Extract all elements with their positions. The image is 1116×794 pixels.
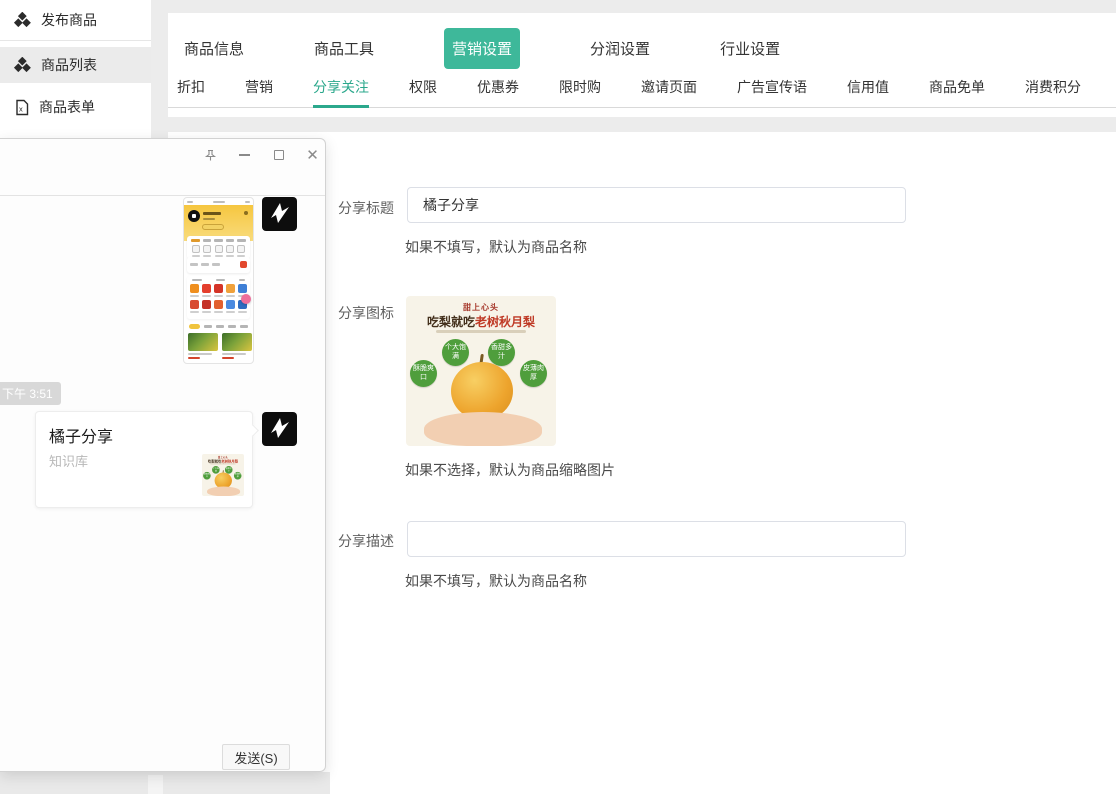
phone-floating-button xyxy=(241,294,251,304)
share-card-thumbnail: 甜上心头 吃梨就吃老树秋月梨 个大饱满 香甜多汁 酥脆爽口 皮薄肉厚 xyxy=(202,454,244,496)
ad-badge: 酥脆爽口 xyxy=(410,360,437,387)
ad-badge: 皮薄肉厚 xyxy=(520,360,547,387)
subtab-share-follow[interactable]: 分享关注 xyxy=(313,69,369,108)
subtab-free-order[interactable]: 商品免单 xyxy=(929,69,985,108)
minimize-icon[interactable] xyxy=(238,149,251,162)
hand-image xyxy=(424,412,542,446)
cubes-icon xyxy=(14,12,32,28)
sidebar-item-label: 发布商品 xyxy=(41,10,97,30)
tab-marketing-settings[interactable]: 营销设置 xyxy=(444,28,520,69)
close-icon[interactable]: ✕ xyxy=(306,149,319,162)
send-button[interactable]: 发送(S) xyxy=(222,744,290,770)
file-x-icon: x xyxy=(14,99,30,116)
phone-nav-arrows: ‹› xyxy=(184,361,253,364)
share-title-label: 分享标题 xyxy=(338,198,394,218)
ad-top-badge: 甜上心头 xyxy=(406,302,556,313)
subtab-invite-page[interactable]: 邀请页面 xyxy=(641,69,697,108)
sidebar-item-product-list[interactable]: 商品列表 xyxy=(0,47,151,83)
avatar[interactable] xyxy=(262,197,297,231)
phone-menu-card xyxy=(187,236,250,259)
sidebar-divider xyxy=(0,40,151,41)
share-desc-hint: 如果不填写，默认为商品名称 xyxy=(405,571,587,591)
subtab-credit[interactable]: 信用值 xyxy=(847,69,889,108)
share-card-subtitle: 知识库 xyxy=(49,451,88,470)
primary-tabs: 商品信息 商品工具 营销设置 分润设置 行业设置 xyxy=(168,27,1116,69)
subtab-points[interactable]: 消费积分 xyxy=(1025,69,1081,108)
subtab-discount[interactable]: 折扣 xyxy=(177,69,205,108)
tab-product-tools[interactable]: 商品工具 xyxy=(314,38,374,59)
phone-section-tabs xyxy=(184,322,253,331)
subtab-flash-sale[interactable]: 限时购 xyxy=(559,69,601,108)
share-desc-input[interactable] xyxy=(407,521,906,557)
cubes-icon xyxy=(14,57,32,73)
sidebar-item-publish-product[interactable]: 发布商品 xyxy=(0,2,151,38)
ad-title: 吃梨就吃老树秋月梨 xyxy=(406,313,556,330)
subtab-coupon[interactable]: 优惠券 xyxy=(477,69,519,108)
share-image-hint: 如果不选择，默认为商品缩略图片 xyxy=(405,460,615,480)
share-card-title: 橘子分享 xyxy=(49,423,113,447)
maximize-icon[interactable] xyxy=(272,149,285,162)
tab-product-info[interactable]: 商品信息 xyxy=(184,38,244,59)
tab-profit-settings[interactable]: 分润设置 xyxy=(590,38,650,59)
window-controls: ✕ xyxy=(204,144,319,166)
chat-titlebar: ✕ xyxy=(0,139,325,196)
desktop-background-strip xyxy=(0,772,330,794)
avatar[interactable] xyxy=(262,412,297,446)
share-title-hint: 如果不填写，默认为商品名称 xyxy=(405,237,587,257)
phone-statusbar xyxy=(184,198,253,205)
ad-badge: 香甜多汁 xyxy=(488,339,515,366)
svg-text:x: x xyxy=(19,104,23,113)
scrollbar-remnant[interactable] xyxy=(148,775,163,794)
phone-product-cards xyxy=(184,331,253,361)
ad-subtitle-line xyxy=(436,330,526,333)
secondary-tabs: 折扣 营销 分享关注 权限 优惠券 限时购 邀请页面 广告宣传语 信用值 商品免… xyxy=(168,69,1116,108)
chat-share-window: ✕ ‹› 下午 3 xyxy=(0,138,326,772)
sidebar-item-product-form[interactable]: x 商品表单 xyxy=(0,89,151,125)
subtab-marketing[interactable]: 营销 xyxy=(245,69,273,108)
share-card-message[interactable]: 橘子分享 知识库 甜上心头 吃梨就吃老树秋月梨 个大饱满 香甜多汁 酥脆爽口 皮… xyxy=(35,411,253,508)
sidebar: 发布商品 商品列表 x 商品表单 xyxy=(0,0,151,140)
share-desc-label: 分享描述 xyxy=(338,531,394,551)
share-image-preview[interactable]: 甜上心头 吃梨就吃老树秋月梨 个大饱满 香甜多汁 酥脆爽口 皮薄肉厚 xyxy=(406,296,556,446)
ad-badge: 个大饱满 xyxy=(442,339,469,366)
subtab-ad-slogan[interactable]: 广告宣传语 xyxy=(737,69,807,108)
subtab-permission[interactable]: 权限 xyxy=(409,69,437,108)
pin-icon[interactable] xyxy=(204,149,217,162)
share-image-label: 分享图标 xyxy=(338,303,394,323)
chat-timestamp: 下午 3:51 xyxy=(0,382,61,405)
share-title-input[interactable] xyxy=(407,187,906,223)
tab-industry-settings[interactable]: 行业设置 xyxy=(720,38,780,59)
sidebar-item-label: 商品表单 xyxy=(39,97,95,117)
tabs-panel: 商品信息 商品工具 营销设置 分润设置 行业设置 折扣 营销 分享关注 权限 优… xyxy=(168,13,1116,117)
phone-screenshot-message[interactable]: ‹› xyxy=(183,197,254,364)
phone-row-card xyxy=(187,257,250,273)
sidebar-item-label: 商品列表 xyxy=(41,55,97,75)
card-arrow xyxy=(246,424,259,437)
